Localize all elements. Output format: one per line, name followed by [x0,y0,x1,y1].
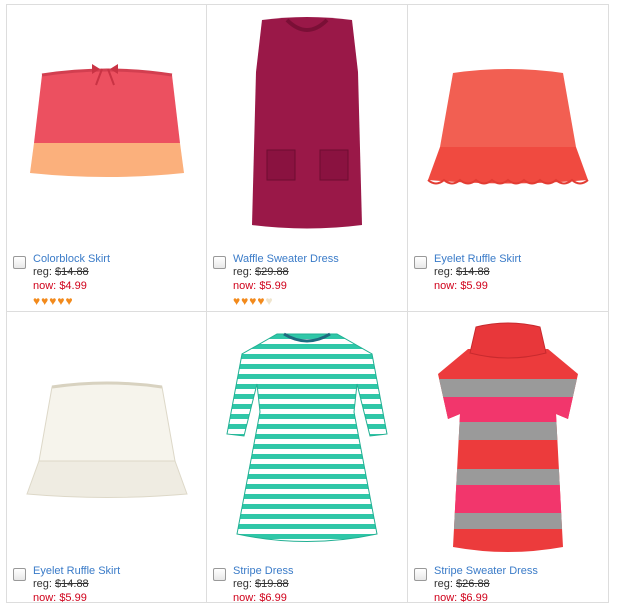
product-image[interactable] [207,314,407,564]
regular-price: reg: $14.88 [33,578,89,590]
product-image[interactable] [7,5,206,245]
product-name-link[interactable]: Stripe Sweater Dress [434,565,609,578]
product-name-link[interactable]: Eyelet Ruffle Skirt [33,565,208,578]
product-grid: Colorblock Skirt reg: $14.88 now: $4.99 … [6,4,609,604]
heart-icon: ♥ [265,294,273,308]
sale-price: now: $5.99 [233,280,287,292]
product-name-link[interactable]: Eyelet Ruffle Skirt [434,253,609,266]
product-card: Eyelet Ruffle Skirt reg: $14.88 now: $5.… [408,5,609,312]
heart-icon: ♥ [233,294,241,308]
regular-price: reg: $14.88 [434,266,490,278]
sale-price: now: $5.99 [434,280,488,292]
product-card: Eyelet Ruffle Skirt reg: $14.88 now: $5.… [6,312,208,604]
product-image[interactable] [408,314,608,564]
stripe-dress-image [226,332,388,542]
heart-icon: ♥ [41,294,49,308]
sale-price: now: $5.99 [33,592,87,604]
compare-checkbox[interactable] [414,256,427,269]
sale-price: now: $4.99 [33,280,87,292]
heart-icon: ♥ [249,294,257,308]
heart-icon: ♥ [65,294,73,308]
product-card: Waffle Sweater Dress reg: $29.88 now: $5… [207,5,408,312]
compare-checkbox[interactable] [414,568,427,581]
product-card: Colorblock Skirt reg: $14.88 now: $4.99 … [6,5,207,312]
heart-icon: ♥ [241,294,249,308]
heart-icon: ♥ [57,294,65,308]
eyelet-ruffle-skirt-coral-image [427,69,589,185]
compare-checkbox[interactable] [13,568,26,581]
heart-icon: ♥ [49,294,57,308]
compare-checkbox[interactable] [13,256,26,269]
stripe-sweater-dress-image [438,322,578,552]
eyelet-ruffle-skirt-white-image [25,381,188,498]
product-card: Stripe Dress reg: $19.88 now: $6.99 [207,312,408,604]
regular-price: reg: $26.88 [434,578,490,590]
product-image[interactable] [408,5,608,245]
colorblock-skirt-image [29,64,184,177]
product-name-link[interactable]: Waffle Sweater Dress [233,253,408,266]
waffle-sweater-dress-image [252,17,362,229]
regular-price: reg: $29.88 [233,266,289,278]
product-image[interactable] [207,5,407,245]
regular-price: reg: $19.88 [233,578,289,590]
product-image[interactable] [7,314,206,564]
product-name-link[interactable]: Colorblock Skirt [33,253,208,266]
product-name-link[interactable]: Stripe Dress [233,565,408,578]
compare-checkbox[interactable] [213,568,226,581]
heart-icon: ♥ [33,294,41,308]
rating-hearts[interactable]: ♥ ♥ ♥ ♥ ♥ [33,295,208,307]
heart-icon: ♥ [257,294,265,308]
rating-hearts[interactable]: ♥ ♥ ♥ ♥ ♥ [233,295,408,307]
sale-price: now: $6.99 [233,592,287,604]
product-card: Stripe Sweater Dress reg: $26.88 now: $6… [408,312,609,604]
sale-price: now: $6.99 [434,592,488,604]
regular-price: reg: $14.88 [33,266,89,278]
compare-checkbox[interactable] [213,256,226,269]
